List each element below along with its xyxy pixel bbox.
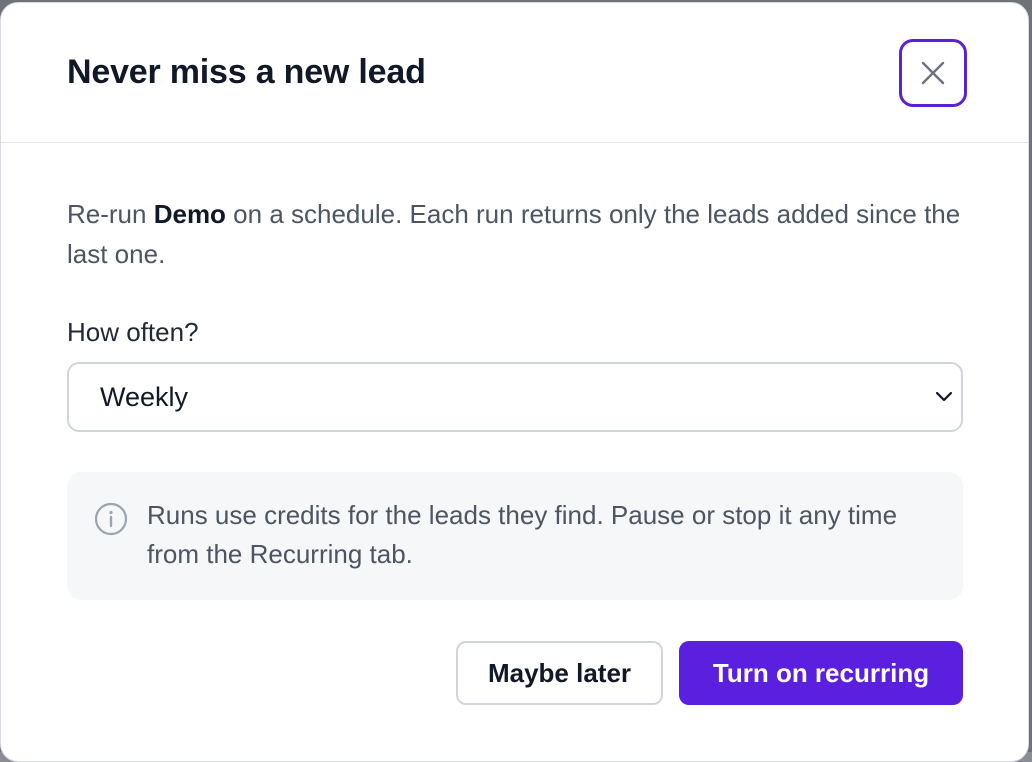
credits-info-text: Runs use credits for the leads they find… bbox=[147, 500, 898, 569]
credits-info-box: Runs use credits for the leads they find… bbox=[67, 472, 963, 600]
close-button[interactable] bbox=[899, 39, 967, 107]
recurring-dialog: Never miss a new lead Re-run Demo on a s… bbox=[0, 2, 1029, 762]
info-icon bbox=[94, 502, 128, 536]
close-icon bbox=[921, 61, 945, 85]
chevron-down-icon bbox=[935, 391, 953, 402]
frequency-label: How often? bbox=[67, 317, 199, 347]
dialog-description: Re-run Demo on a schedule. Each run retu… bbox=[67, 194, 967, 274]
description-prefix: Re-run bbox=[67, 199, 154, 229]
frequency-selected-value: Weekly bbox=[100, 382, 189, 412]
dialog-header: Never miss a new lead bbox=[1, 3, 1028, 143]
search-name: Demo bbox=[153, 199, 226, 229]
maybe-later-button[interactable]: Maybe later bbox=[456, 641, 663, 705]
dialog-title: Never miss a new lead bbox=[67, 53, 426, 91]
frequency-select[interactable]: Weekly bbox=[67, 362, 963, 432]
turn-on-recurring-button[interactable]: Turn on recurring bbox=[679, 641, 963, 705]
